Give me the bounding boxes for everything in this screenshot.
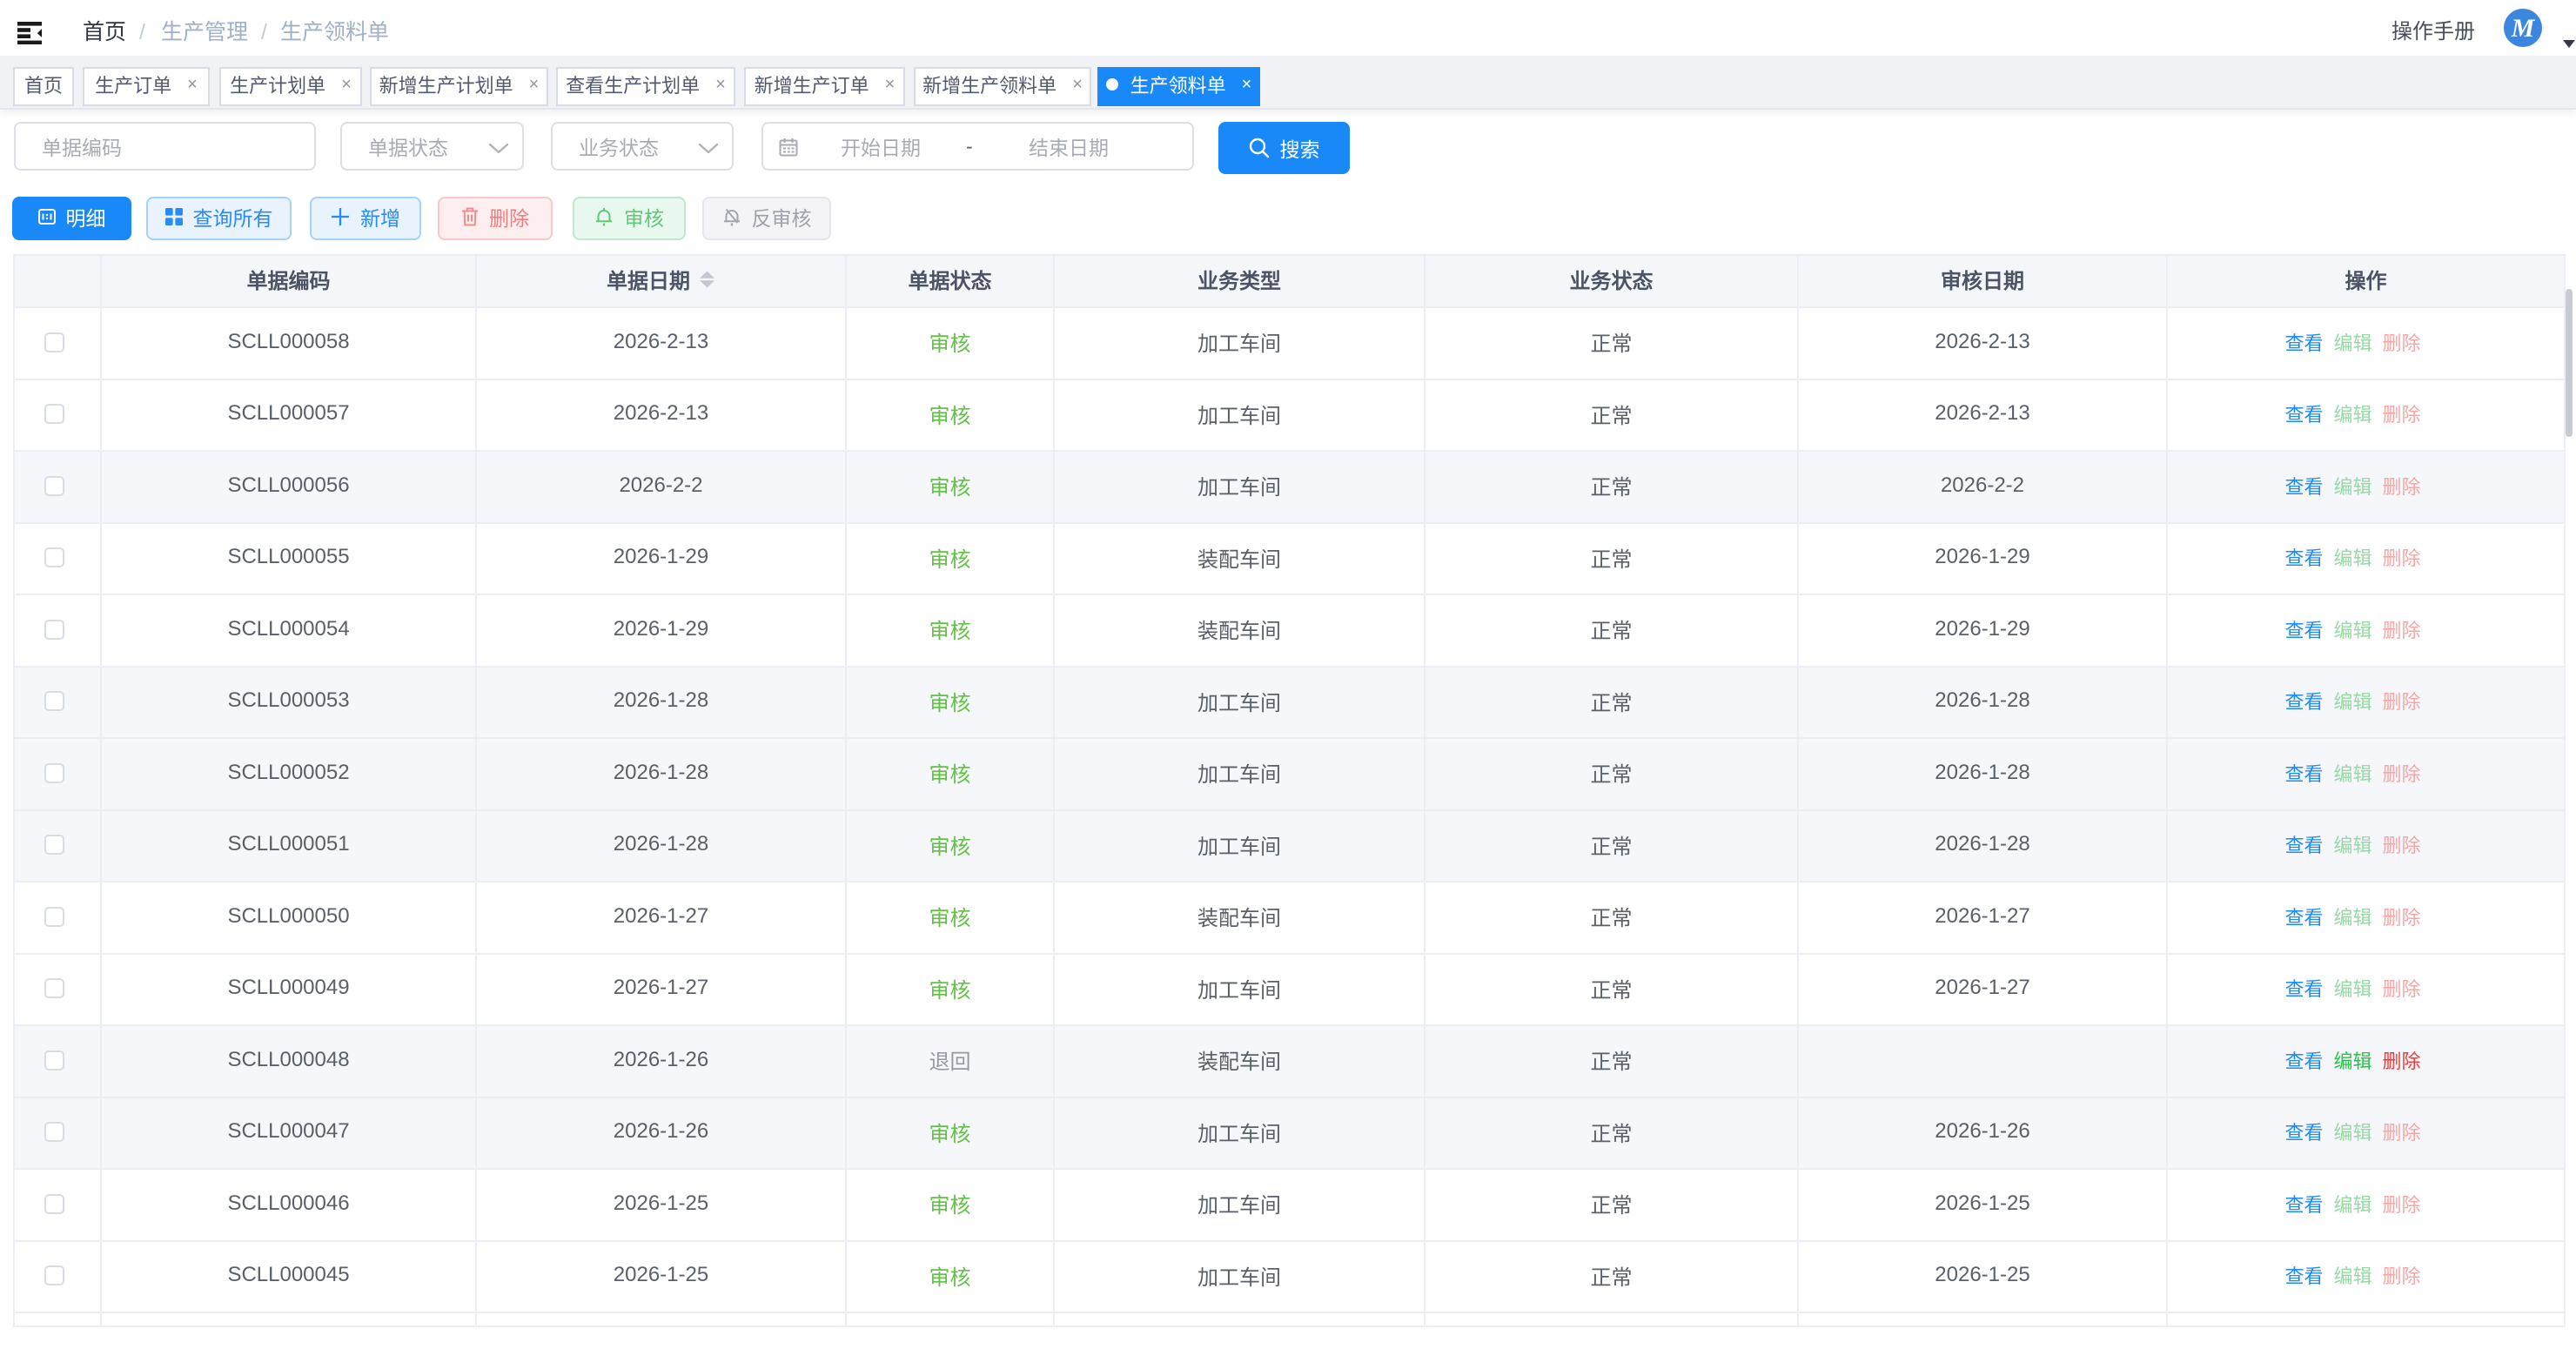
svg-text:M: M — [2511, 14, 2536, 43]
